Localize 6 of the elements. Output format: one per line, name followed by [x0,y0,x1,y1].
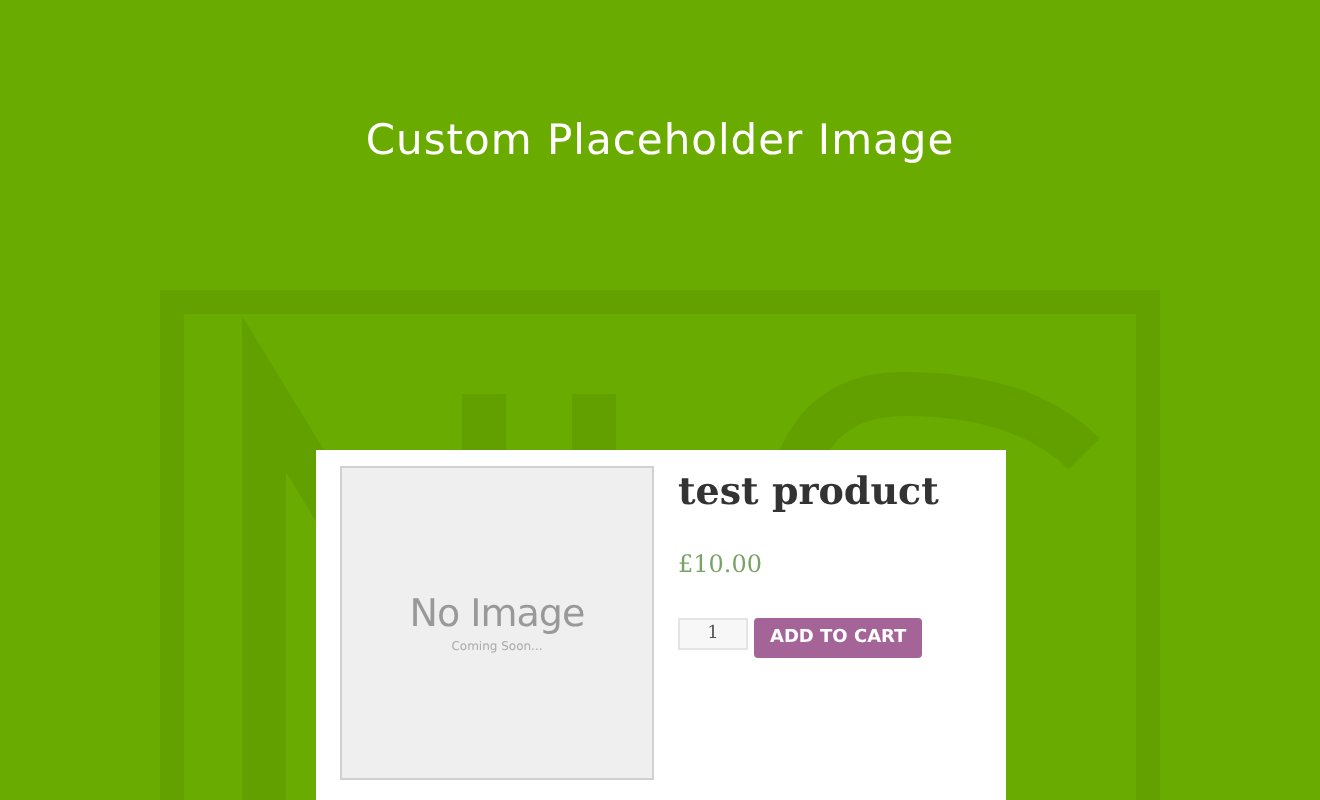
quantity-field[interactable]: 1 [678,618,748,650]
banner-title: Custom Placeholder Image [363,116,957,164]
add-to-cart-button[interactable]: ADD TO CART [754,618,923,658]
product-price: £10.00 [678,550,762,578]
product-title: test product [678,470,939,514]
placeholder-title: No Image [409,592,585,636]
